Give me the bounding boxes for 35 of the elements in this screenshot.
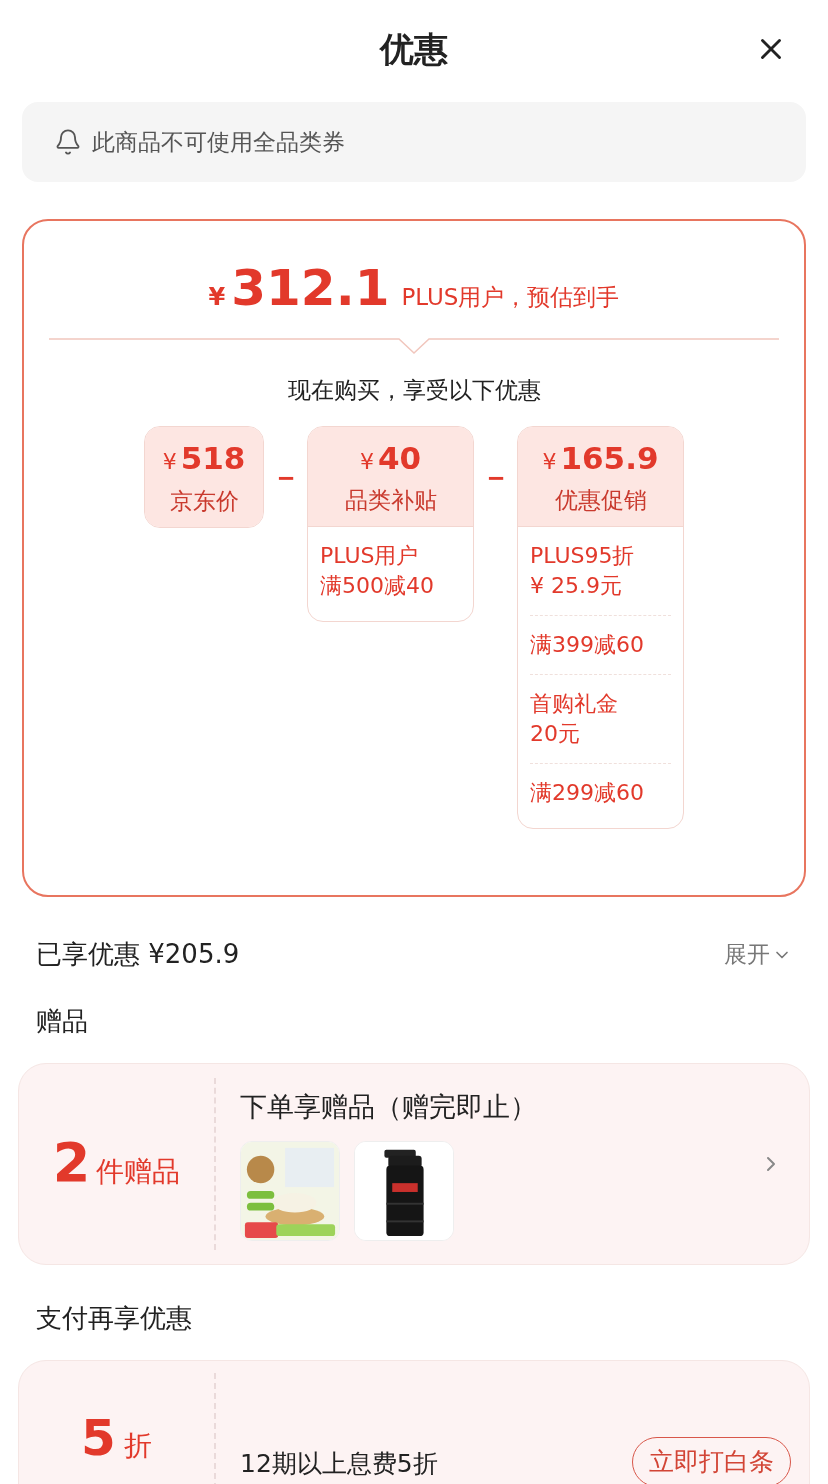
savings-total: 已享优惠 ¥205.9 [36,938,240,971]
minus-sign: － [479,457,512,496]
price-amount: 518 [180,439,246,478]
discount-detail: PLUS用户 满500减40 [320,541,435,600]
price-label: 优惠促销 [554,486,647,515]
price-amount: 40 [377,438,422,478]
estimate-label: PLUS用户，预估到手 [401,283,620,312]
discount-unit: 折 [123,1428,152,1464]
activate-button[interactable]: 立即打白条 [632,1437,791,1484]
minus-sign: － [269,457,302,496]
price-amount: 165.9 [560,438,659,478]
currency-symbol: ¥ [359,447,374,476]
expand-button[interactable]: 展开 [724,937,792,972]
discount-value: 5 [81,1413,116,1463]
discount-detail: 满299减60 [530,778,645,807]
currency-symbol: ¥ [208,282,226,313]
price-label: 京东价 [169,486,239,516]
gift-title: 下单享赠品（赠完即止） [240,1089,538,1124]
gift-count: 2 [52,1135,91,1190]
notice-text: 此商品不可使用全品类券 [92,127,345,157]
installment-offer: 12期以上息费5折 [240,1448,438,1480]
gift-count-label: 件赠品 [96,1153,181,1190]
sheet-title: 优惠 [380,27,448,71]
currency-symbol: ¥ [162,448,177,476]
section-heading: 支付再享优惠 [36,1302,193,1335]
subtitle: 现在购买，享受以下优惠 [287,376,541,405]
discount-detail: 首购礼金 20元 [530,689,619,748]
discount-detail: 满399减60 [530,630,645,659]
bell-icon [54,128,82,156]
estimated-price: 312.1 [231,263,390,313]
price-label: 品类补贴 [344,486,437,515]
currency-symbol: ¥ [542,447,557,476]
section-heading: 赠品 [36,1005,89,1038]
gift-card[interactable]: 2 件赠品 下单享赠品（赠完即止） [18,1063,810,1265]
discount-detail: PLUS95折 ¥ 25.9元 [530,541,636,600]
